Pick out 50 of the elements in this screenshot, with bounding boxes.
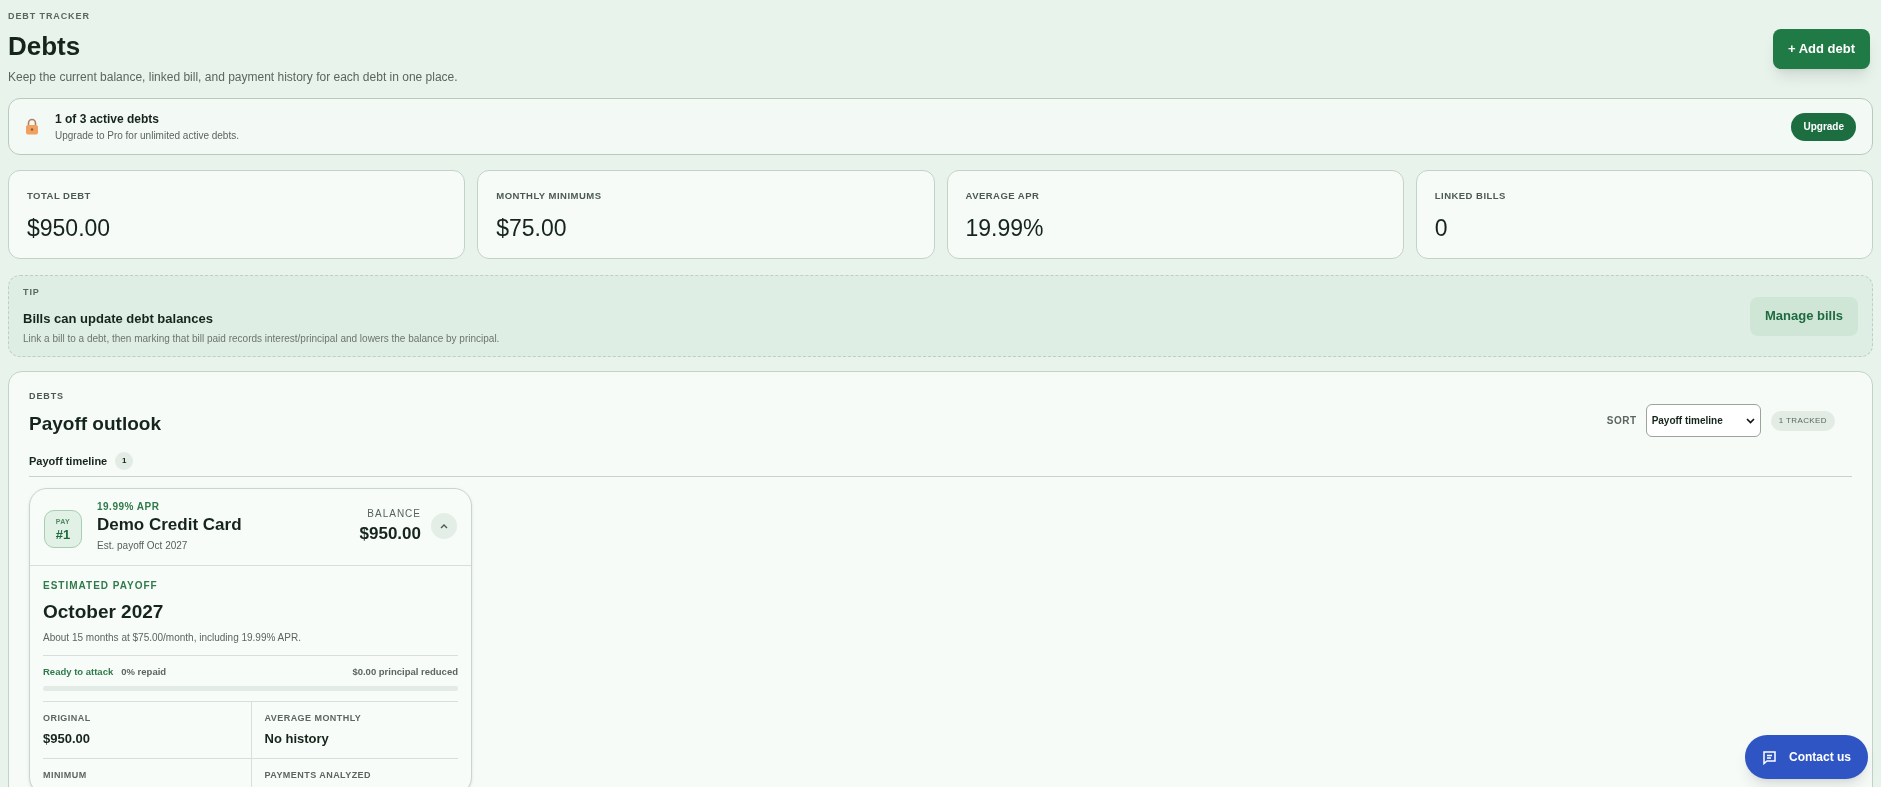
tab-count: 1 (115, 452, 134, 470)
apr-label: 19.99% APR (97, 500, 161, 514)
page-eyebrow: DEBT TRACKER (8, 10, 91, 23)
page-subtitle: Keep the current balance, linked bill, and payment history for each debt in one place. (8, 69, 458, 86)
tip-text: Link a bill to a debt, then marking that bill paid records interest/principal and lowers the balance by principal. (23, 332, 500, 346)
stat-value: $75.00 (496, 214, 568, 244)
add-debt-button[interactable]: + Add debt (1772, 29, 1870, 69)
collapse-button[interactable] (431, 513, 457, 540)
contact-button[interactable]: Contact us (1745, 735, 1868, 779)
stat-value: 19.99% (965, 214, 1045, 244)
detail-value: No history (264, 729, 330, 748)
balance-value: $950.00 (359, 522, 421, 545)
tip-eyebrow: TIP (23, 286, 41, 299)
sort-select[interactable]: Payoff timeline (1645, 404, 1761, 437)
repaid-text: 0% repaid (121, 664, 167, 679)
limit-text: Upgrade to Pro for unlimited active debts. (55, 129, 239, 143)
debt-name: Demo Credit Card (97, 514, 242, 536)
chevron-down-icon (1745, 417, 1755, 424)
detail-label: MINIMUM (43, 769, 88, 782)
sort-label: SORT (1606, 414, 1637, 428)
detail-value: $950.00 (43, 729, 91, 748)
stat-label: LINKED BILLS (1434, 189, 1507, 203)
est-payoff: Est. payoff Oct 2027 (97, 539, 189, 554)
detail-label: PAYMENTS ANALYZED (264, 769, 372, 782)
stat-label: TOTAL DEBT (27, 189, 92, 203)
rank-number: #1 (55, 527, 71, 541)
payoff-label: ESTIMATED PAYOFF (43, 579, 159, 594)
chat-icon (1762, 749, 1777, 765)
stat-label: MONTHLY MINIMUMS (496, 189, 603, 203)
payoff-summary: About 15 months at $75.00/month, including 19.99% APR. (43, 629, 458, 656)
payoff-date: October 2027 (43, 600, 165, 625)
chevron-icon (440, 523, 448, 530)
stat-value: $950.00 (27, 214, 112, 244)
lock-icon (25, 118, 39, 135)
stat-value: 0 (1434, 214, 1449, 244)
stat-label: AVERAGE APR (965, 189, 1041, 203)
page-title: Debts (8, 29, 82, 62)
manage-bills-button[interactable]: Manage bills (1749, 296, 1858, 336)
detail-label: ORIGINAL (43, 712, 92, 725)
tracked-badge: 1 TRACKED (1770, 410, 1835, 431)
limit-title: 1 of 3 active debts (55, 111, 161, 128)
upgrade-button[interactable]: Upgrade (1791, 112, 1856, 141)
panel-title: Payoff outlook (29, 411, 161, 436)
tab[interactable]: Payoff timeline 1 (29, 452, 134, 470)
status-text: Ready to attack (43, 664, 114, 679)
tip-title: Bills can update debt balances (23, 309, 214, 328)
detail-label: AVERAGE MONTHLY (264, 712, 363, 725)
panel-eyebrow: DEBTS (29, 390, 65, 403)
balance-label: BALANCE (367, 506, 421, 521)
principal-reduced: $0.00 principal reduced (352, 664, 458, 679)
